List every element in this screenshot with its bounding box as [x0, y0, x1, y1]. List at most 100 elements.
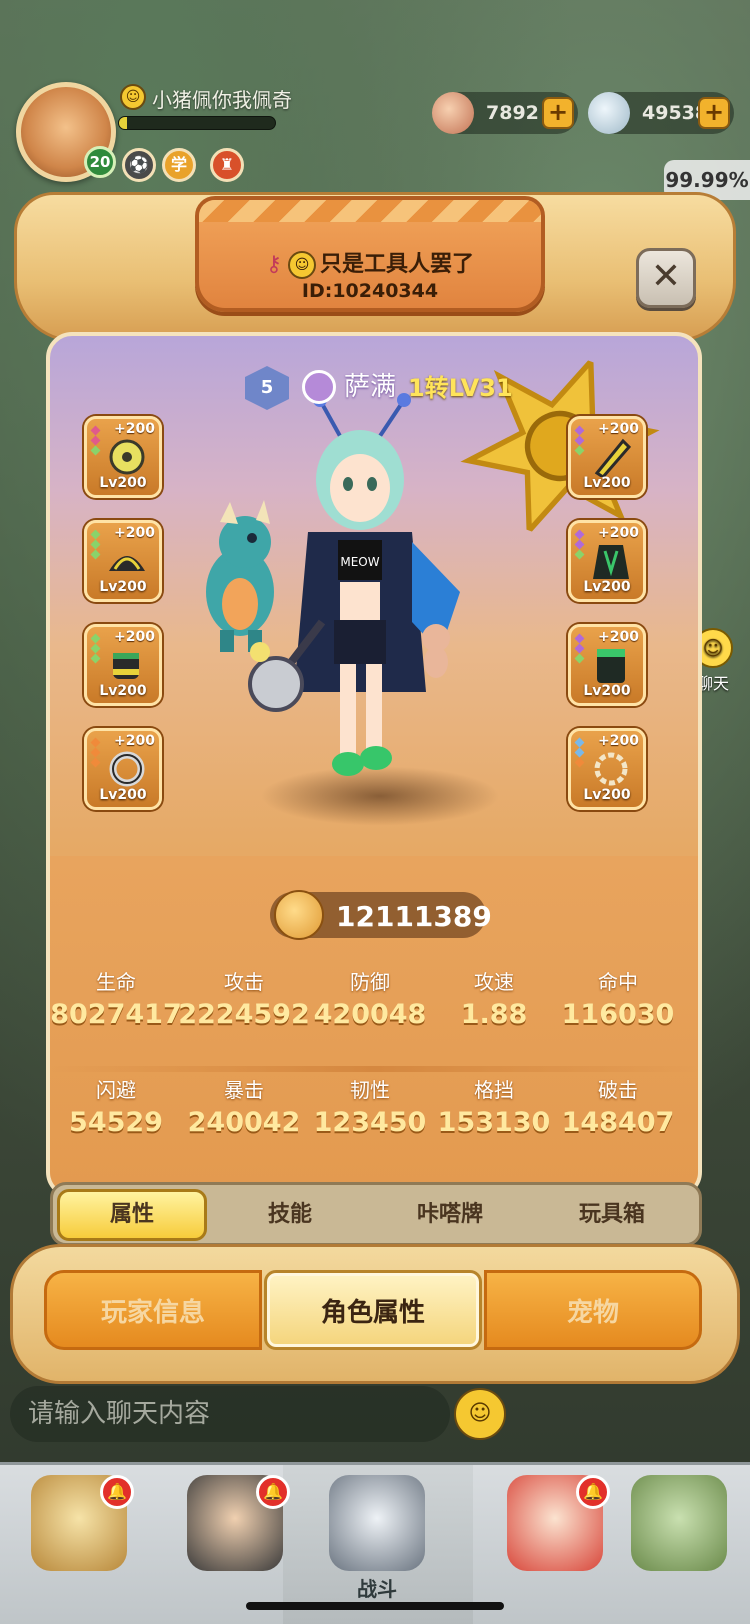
- tab-cards[interactable]: 咔嗒牌: [375, 1189, 525, 1241]
- gloves-icon: [113, 653, 139, 679]
- nav-item-battle[interactable]: 战斗: [322, 1475, 432, 1601]
- equip-slot-left-3[interactable]: +200 Lv200: [84, 624, 162, 706]
- equip-plus: +200: [598, 525, 639, 541]
- battle-label: 战斗: [357, 1577, 397, 1601]
- stat-label: 闪避: [96, 1078, 136, 1102]
- equip-slot-right-3[interactable]: +200 Lv200: [568, 624, 646, 706]
- plaque-player-name: 只是工具人罢了: [320, 252, 475, 277]
- tab-character-attributes[interactable]: 角色属性: [264, 1270, 482, 1350]
- stat-penetration: 破击 148407: [552, 1074, 684, 1138]
- stat-value: 2224592: [178, 999, 310, 1030]
- gem-indicators: [574, 425, 585, 457]
- tab-toybox[interactable]: 玩具箱: [537, 1189, 687, 1241]
- nav-item-1[interactable]: 🔔: [24, 1475, 134, 1585]
- stat-label: 生命: [96, 970, 136, 994]
- add-meat-button[interactable]: +: [542, 97, 574, 129]
- currency-gem: 49538 +: [588, 92, 734, 134]
- player-level-badge: 20: [84, 146, 116, 178]
- equip-plus: +200: [598, 629, 639, 645]
- nav-item-5[interactable]: [624, 1475, 734, 1585]
- sword-icon: [329, 1475, 425, 1571]
- equip-slot-right-4[interactable]: +200 Lv200: [568, 728, 646, 810]
- stat-accuracy: 命中 116030: [552, 966, 684, 1030]
- key-icon: ⚷: [265, 252, 283, 277]
- stat-value: 148407: [561, 1107, 675, 1138]
- tab-attributes[interactable]: 属性: [57, 1189, 207, 1241]
- name-plaque: ⚷ ☺ 只是工具人罢了 ID:10240344: [195, 196, 545, 312]
- study-icon[interactable]: 学: [162, 148, 196, 182]
- cymbal-icon: [109, 439, 145, 475]
- equip-level: Lv200: [99, 579, 147, 595]
- gem-icon: [588, 92, 630, 134]
- stat-hp: 生命 8027417: [50, 966, 182, 1030]
- svg-text:MEOW: MEOW: [340, 555, 379, 569]
- character-model[interactable]: MEOW: [190, 392, 530, 832]
- armor-icon: [597, 649, 625, 683]
- equip-level: Lv200: [583, 475, 631, 491]
- plaque-stripes: [199, 200, 541, 222]
- stat-label: 暴击: [224, 1078, 264, 1102]
- stat-label: 防御: [350, 970, 390, 994]
- equip-level: Lv200: [583, 579, 631, 595]
- player-id: ID:10240344: [301, 280, 439, 302]
- emoji-icon: ☺: [288, 251, 317, 279]
- stat-label: 格挡: [474, 1078, 514, 1102]
- meat-value: 7892: [486, 102, 539, 124]
- equip-slot-right-1[interactable]: +200 Lv200: [568, 416, 646, 498]
- equip-slot-left-2[interactable]: +200 Lv200: [84, 520, 162, 602]
- tab-skills[interactable]: 技能: [215, 1189, 365, 1241]
- tab-pets[interactable]: 宠物: [484, 1270, 702, 1350]
- gem-indicators: [90, 633, 101, 665]
- stat-defense: 防御 420048: [304, 966, 436, 1030]
- gem-indicators: [90, 737, 101, 769]
- cloak-icon: [593, 545, 629, 579]
- chat-input[interactable]: 请输入聊天内容: [10, 1386, 450, 1442]
- class-name: 萨满: [344, 372, 397, 402]
- meat-icon: [432, 92, 474, 134]
- ring-icon: [109, 751, 145, 787]
- equip-plus: +200: [114, 733, 155, 749]
- equip-plus: +200: [114, 421, 155, 437]
- bottom-nav: 🔔 🔔 战斗 🔔: [0, 1462, 750, 1624]
- home-indicator: [246, 1602, 504, 1610]
- shop-icon[interactable]: ♜: [210, 148, 244, 182]
- equip-level: Lv200: [99, 787, 147, 803]
- equip-level: Lv200: [583, 787, 631, 803]
- close-button[interactable]: ✕: [636, 248, 696, 308]
- equip-slot-left-1[interactable]: +200 Lv200: [84, 416, 162, 498]
- stat-toughness: 韧性 123450: [304, 1074, 436, 1138]
- stat-label: 韧性: [350, 1078, 390, 1102]
- soccer-icon[interactable]: ⚽: [122, 148, 156, 182]
- stat-value: 153130: [437, 1107, 551, 1138]
- exp-bar: [118, 116, 276, 130]
- class-icon: [302, 370, 336, 404]
- nav-item-4[interactable]: 🔔: [500, 1475, 610, 1585]
- equip-plus: +200: [598, 733, 639, 749]
- equip-level: Lv200: [99, 475, 147, 491]
- notification-bell-icon: 🔔: [256, 1475, 290, 1509]
- stat-crit: 暴击 240042: [178, 1074, 310, 1138]
- equip-slot-left-4[interactable]: +200 Lv200: [84, 728, 162, 810]
- stat-value: 420048: [313, 999, 427, 1030]
- equip-plus: +200: [114, 629, 155, 645]
- exp-bar-fill: [119, 117, 127, 129]
- equip-slot-right-2[interactable]: +200 Lv200: [568, 520, 646, 602]
- stat-value: 8027417: [50, 999, 182, 1030]
- nav-item-2[interactable]: 🔔: [180, 1475, 290, 1585]
- stat-value: 54529: [69, 1107, 163, 1138]
- stat-value: 116030: [561, 999, 675, 1030]
- gem-indicators: [574, 737, 585, 769]
- orc-icon: [631, 1475, 727, 1571]
- plaque-title: ⚷ ☺ 只是工具人罢了: [199, 246, 541, 279]
- emoji-button-icon[interactable]: ☺: [454, 1388, 506, 1440]
- sub-tab-bar: 属性 技能 咔嗒牌 玩具箱: [50, 1182, 702, 1246]
- tab-player-info[interactable]: 玩家信息: [44, 1270, 262, 1350]
- notification-bell-icon: 🔔: [576, 1475, 610, 1509]
- bracelet-icon: [594, 752, 628, 786]
- stat-value: 240042: [187, 1107, 301, 1138]
- add-gem-button[interactable]: +: [698, 97, 730, 129]
- equip-level: Lv200: [99, 683, 147, 699]
- feather-icon: [594, 438, 632, 477]
- stat-value: 123450: [313, 1107, 427, 1138]
- stats-divider: [50, 1066, 698, 1072]
